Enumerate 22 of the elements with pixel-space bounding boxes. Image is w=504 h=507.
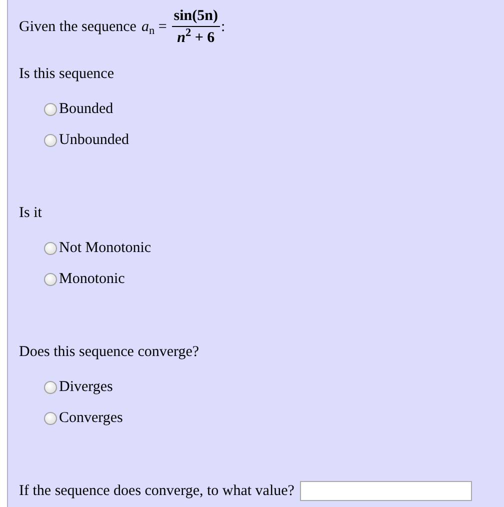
question-text: If the sequence does converge, to what value? — [19, 482, 294, 501]
math-lhs: a$_{n}$ = — [141, 18, 167, 38]
radio-button[interactable] — [44, 412, 57, 424]
option-label: Bounded — [59, 100, 114, 119]
answer-field[interactable] — [300, 481, 472, 502]
option-label: Monotonic — [59, 270, 125, 289]
radio-button[interactable] — [44, 242, 57, 254]
option-label: Diverges — [59, 378, 113, 397]
radio-button[interactable] — [44, 134, 57, 146]
radio-button[interactable] — [44, 272, 57, 286]
math-denominator: n$^{2}$ + 6 — [177, 26, 215, 48]
option-label: Not Monotonic — [59, 239, 152, 258]
radio-button[interactable] — [44, 380, 57, 394]
radio-button[interactable] — [44, 102, 57, 116]
option-label: Unbounded — [59, 131, 129, 150]
math-numerator: sin(5n) — [172, 6, 220, 26]
math-colon: : — [220, 18, 226, 37]
option-label: Converges — [59, 409, 123, 428]
question-text: Is it — [19, 204, 43, 223]
intro-text: Given the sequence — [19, 18, 136, 37]
question-text: Is this sequence — [19, 65, 115, 84]
question-text: Does this sequence converge? — [19, 343, 200, 362]
